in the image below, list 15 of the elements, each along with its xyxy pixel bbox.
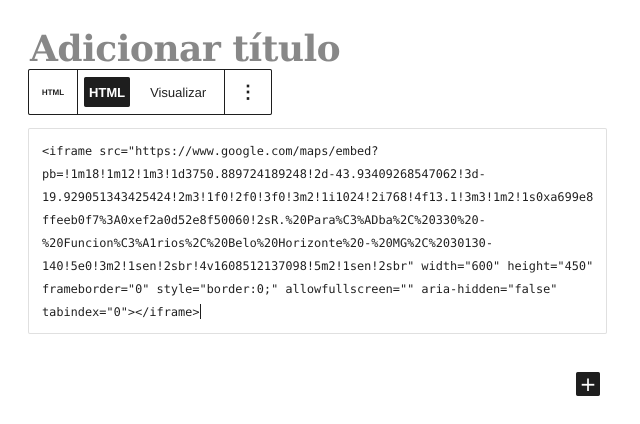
code-line: <iframe src="https://www.google.com/maps/embed? (42, 143, 380, 160)
code-line: ffeeb0f7%3A0xef2a0d52e8f50060!2sR.%20Para%C3%ADba%2C%20330%20- (42, 212, 487, 229)
block-type-label[interactable]: HTML (42, 88, 64, 96)
add-block-button[interactable]: + (576, 372, 600, 396)
code-line: %20Funcion%C3%A1rios%2C%20Belo%20Horizonte%20-%20MG%2C%2030130- (42, 235, 494, 252)
code-line: 19.929051343425424!2m3!1f0!2f0!3f0!3m2!1i1024!2i768!4f13.1!3m3!1m2!1s0xa699e8 (42, 189, 594, 206)
mode-tab[interactable]: HTML (84, 77, 130, 107)
mode-tab[interactable]: Visualizar (138, 77, 218, 107)
code-line: pb=!1m18!1m12!1m3!1d3750.889724189248!2d-43.93409268547062!3d- (42, 166, 487, 183)
post-title[interactable]: Adicionar título (28, 0, 640, 69)
more-options-button[interactable]: ⋮ (235, 81, 262, 103)
code-line: tabindex="0"></iframe> (42, 303, 202, 321)
html-code-editor[interactable] (28, 128, 607, 334)
code-line: frameborder="0" style="border:0;" allowfullscreen="" aria-hidden="false" (42, 281, 558, 298)
code-line: 140!5e0!3m2!1sen!2sbr!4v1608512137098!5m2!1sen!2sbr" width="600" height="450" (42, 258, 594, 275)
